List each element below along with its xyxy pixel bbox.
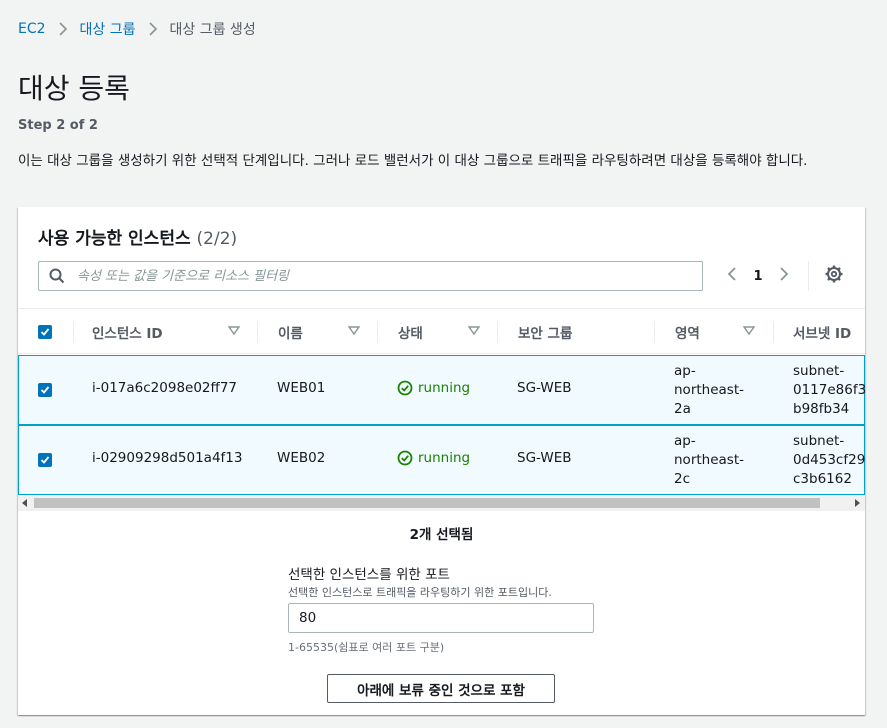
- zone-line: 2c: [674, 471, 691, 487]
- check-icon: [40, 386, 50, 394]
- chevron-left-icon: [727, 266, 737, 286]
- instance-id: i-02909298d501a4f13: [92, 450, 243, 466]
- column-label: 서브넷 ID: [793, 325, 852, 342]
- column-header-security-group[interactable]: 보안 그룹: [518, 309, 572, 354]
- column-label: 상태: [398, 325, 423, 342]
- port-input[interactable]: [288, 603, 594, 633]
- instance-id: i-017a6c2098e02ff77: [92, 380, 237, 396]
- preferences-button[interactable]: [822, 264, 846, 288]
- column-divider: [73, 321, 74, 343]
- column-divider: [773, 321, 774, 343]
- row-checkbox[interactable]: [38, 453, 52, 467]
- row-select-cell: [38, 383, 52, 397]
- subnet-line: subnet-: [793, 433, 845, 449]
- column-divider: [377, 321, 378, 343]
- row-select-cell: [38, 453, 52, 467]
- instance-name: WEB02: [277, 450, 326, 466]
- check-icon: [40, 456, 50, 464]
- column-header-zone[interactable]: 영역: [675, 309, 775, 354]
- table-row[interactable]: i-017a6c2098e02ff77 WEB01 running SG-WEB…: [18, 355, 865, 425]
- security-group: SG-WEB: [517, 450, 572, 466]
- gear-icon: [825, 265, 843, 287]
- subnet-line: c3b6162: [793, 471, 852, 487]
- zone: ap- northeast- 2a: [674, 362, 744, 419]
- sort-caret-icon: [348, 326, 360, 336]
- chevron-right-icon: [46, 22, 80, 36]
- status-text: running: [418, 450, 471, 466]
- scrollbar-thumb[interactable]: [34, 498, 820, 508]
- column-divider: [654, 321, 655, 343]
- scroll-right-arrow-icon[interactable]: [854, 499, 860, 507]
- port-description: 선택한 인스턴스로 트래픽을 라우팅하기 위한 포트입니다.: [288, 586, 552, 599]
- page-description: 이는 대상 그룹을 생성하기 위한 선택적 단계입니다. 그러나 로드 밸런서가…: [18, 153, 808, 169]
- sort-caret-icon: [468, 326, 480, 336]
- horizontal-scrollbar[interactable]: [18, 495, 865, 511]
- subnet-line: 0d453cf29: [793, 452, 865, 468]
- column-header-status[interactable]: 상태: [398, 309, 498, 354]
- check-circle-icon: [397, 380, 413, 396]
- panel-title: 사용 가능한 인스턴스 (2/2): [38, 224, 237, 249]
- column-divider: [497, 321, 498, 343]
- zone-line: northeast-: [674, 452, 744, 468]
- step-indicator: Step 2 of 2: [18, 118, 98, 133]
- chevron-right-icon: [779, 266, 789, 286]
- row-checkbox[interactable]: [38, 383, 52, 397]
- filter-box: [38, 261, 703, 291]
- filter-input[interactable]: [75, 267, 702, 285]
- instance-status: running: [397, 380, 470, 396]
- pagination: 1: [718, 263, 798, 289]
- instance-name: WEB01: [277, 380, 326, 396]
- instances-table: 인스턴스 ID 이름 상태 보안 그룹 영역 서브넷 ID i-017a6c20…: [18, 308, 865, 495]
- column-header-subnet-id[interactable]: 서브넷 ID: [793, 309, 851, 354]
- zone: ap- northeast- 2c: [674, 432, 744, 489]
- subnet-line: subnet-: [793, 363, 845, 379]
- column-header-name[interactable]: 이름: [278, 309, 378, 354]
- selected-count: 2개 선택됨: [409, 527, 474, 543]
- table-header: 인스턴스 ID 이름 상태 보안 그룹 영역 서브넷 ID: [18, 308, 865, 354]
- sort-caret-icon: [228, 326, 240, 336]
- subnet-line: b98fb34: [793, 401, 850, 417]
- available-instances-panel: 사용 가능한 인스턴스 (2/2) 1: [18, 207, 865, 715]
- toolbar-divider: [808, 261, 809, 291]
- column-header-instance-id[interactable]: 인스턴스 ID: [92, 309, 252, 354]
- sort-caret-icon: [743, 326, 755, 336]
- page-title: 대상 등록: [18, 72, 130, 105]
- scroll-left-arrow-icon[interactable]: [22, 499, 28, 507]
- zone-line: ap-: [674, 433, 696, 449]
- table-row[interactable]: i-02909298d501a4f13 WEB02 running SG-WEB…: [18, 425, 865, 495]
- breadcrumb-current: 대상 그룹 생성: [169, 22, 256, 38]
- breadcrumb-ec2-link[interactable]: EC2: [18, 21, 46, 37]
- check-circle-icon: [397, 450, 413, 466]
- subnet-id: subnet- 0117e86f3 b98fb34: [793, 362, 865, 419]
- check-icon: [40, 327, 50, 336]
- column-label: 인스턴스 ID: [92, 325, 163, 342]
- port-label: 선택한 인스턴스를 위한 포트: [288, 567, 450, 583]
- instance-count: (2/2): [196, 229, 238, 249]
- previous-page-button[interactable]: [718, 263, 746, 289]
- include-as-pending-button[interactable]: 아래에 보류 중인 것으로 포함: [327, 674, 555, 703]
- breadcrumb-target-groups-link[interactable]: 대상 그룹: [80, 19, 136, 39]
- subnet-line: 0117e86f3: [793, 382, 865, 398]
- zone-line: ap-: [674, 363, 696, 379]
- next-page-button[interactable]: [770, 263, 798, 289]
- breadcrumb: EC2 대상 그룹 대상 그룹 생성: [18, 19, 256, 39]
- column-label: 영역: [675, 325, 700, 342]
- current-page-number[interactable]: 1: [746, 269, 770, 284]
- column-divider: [257, 321, 258, 343]
- select-all-cell: [38, 309, 52, 354]
- port-hint: 1-65535(쉼표로 여러 포트 구분): [288, 641, 445, 654]
- panel-title-text: 사용 가능한 인스턴스: [38, 229, 191, 249]
- chevron-right-icon: [136, 22, 170, 36]
- security-group: SG-WEB: [517, 380, 572, 396]
- column-label: 이름: [278, 325, 303, 342]
- select-all-checkbox[interactable]: [38, 324, 52, 339]
- search-icon: [39, 268, 75, 284]
- column-label: 보안 그룹: [518, 325, 573, 342]
- instance-status: running: [397, 450, 470, 466]
- status-text: running: [418, 380, 471, 396]
- zone-line: 2a: [674, 401, 691, 417]
- zone-line: northeast-: [674, 382, 744, 398]
- subnet-id: subnet- 0d453cf29 c3b6162: [793, 432, 865, 489]
